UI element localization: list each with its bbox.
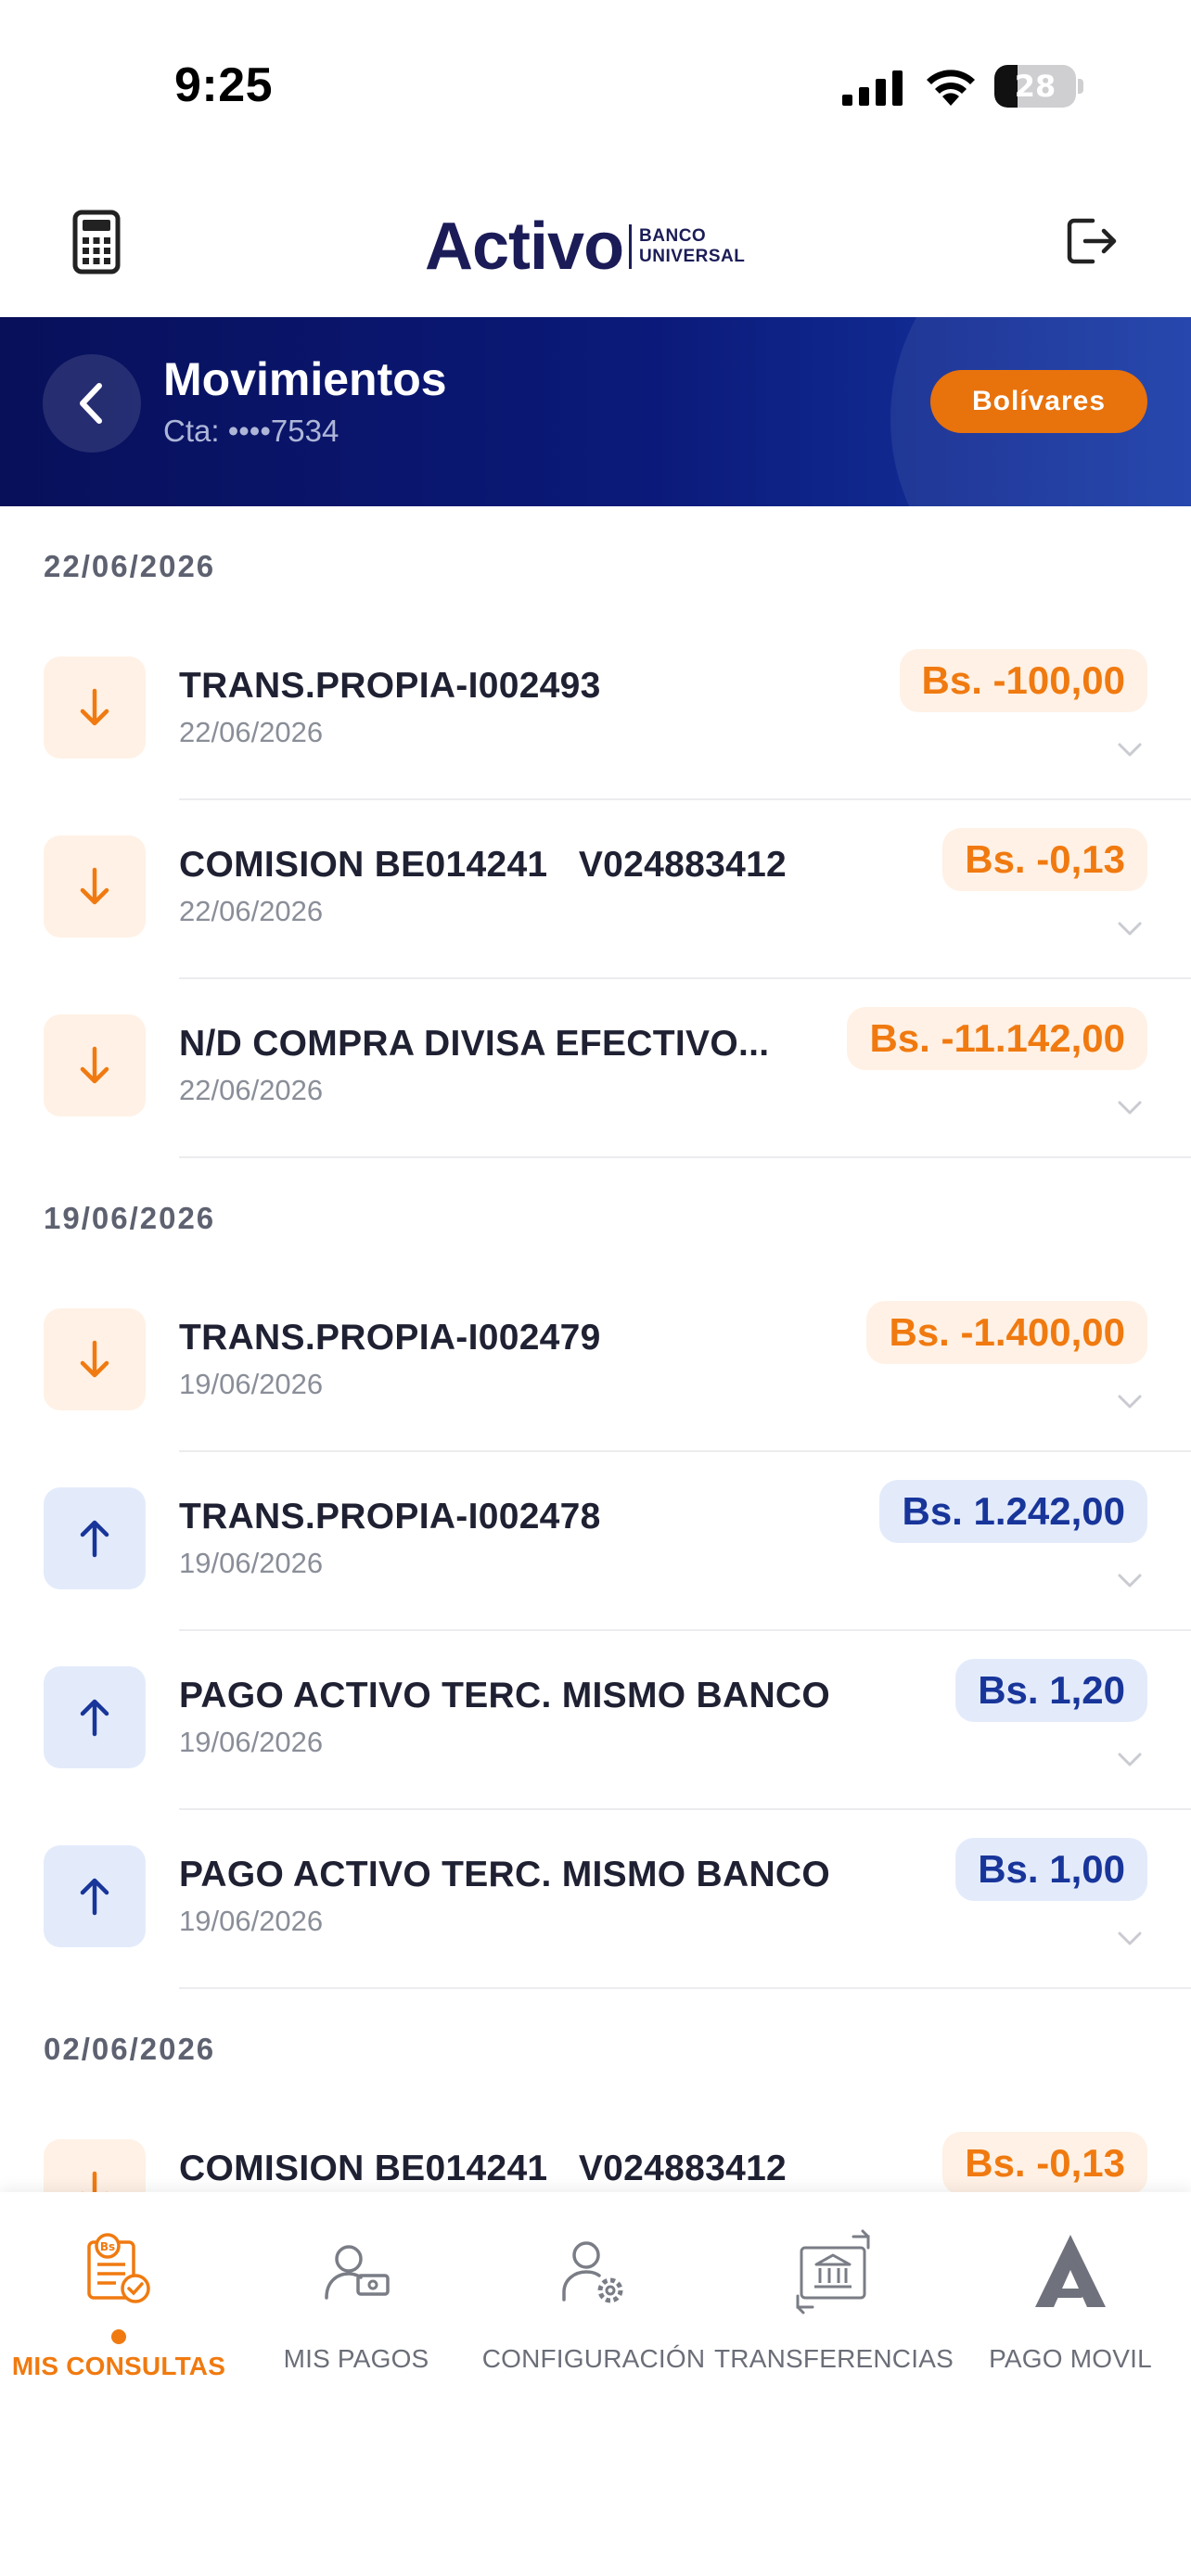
- arrow-down-icon: [44, 657, 146, 759]
- chevron-down-icon[interactable]: [1117, 1752, 1143, 1768]
- nav-label: MIS PAGOS: [283, 2344, 429, 2373]
- movement-title: COMISION BE014241 V024883412: [179, 845, 788, 885]
- movement-amount: Bs. -11.142,00: [847, 1007, 1147, 1070]
- movement-row[interactable]: PAGO ACTIVO TERC. MISMO BANCO 19/06/2026 B…: [0, 1631, 1191, 1810]
- chevron-down-icon[interactable]: [1117, 1931, 1143, 1947]
- arrow-down-icon: [44, 1014, 146, 1116]
- movements-banner: Movimientos Cta: ••••7534 Bolívares: [0, 317, 1191, 506]
- calculator-icon[interactable]: [72, 210, 121, 274]
- movement-row[interactable]: TRANS.PROPIA-I002478 19/06/2026 Bs. 1.242,…: [0, 1452, 1191, 1631]
- movement-amount: Bs. 1,20: [955, 1659, 1147, 1722]
- bottom-nav: Bs MIS CONSULTAS MIS PAGOS CONFIGURACIÓN: [0, 2192, 1191, 2576]
- movement-date: 19/06/2026: [179, 1726, 324, 1758]
- date-group-header: 02/06/2026: [44, 2032, 216, 2066]
- chevron-down-icon[interactable]: [1117, 921, 1143, 937]
- movement-row[interactable]: N/D COMPRA DIVISA EFECTIVO... 22/06/2026 B…: [0, 979, 1191, 1158]
- signal-icon: [842, 70, 903, 106]
- movement-amount: Bs. -100,00: [899, 649, 1147, 712]
- bank-transfer-icon: [796, 2229, 870, 2315]
- movement-row[interactable]: PAGO ACTIVO TERC. MISMO BANCO 19/06/2026 B…: [0, 1810, 1191, 1989]
- movement-title: TRANS.PROPIA-I002479: [179, 1318, 601, 1358]
- arrow-up-icon: [44, 1487, 146, 1589]
- logo-sub-line1: BANCO: [639, 226, 707, 246]
- pago-movil-icon: [1035, 2235, 1106, 2307]
- movements-list: 22/06/2026 TRANS.PROPIA-I002493 22/06/2026…: [0, 506, 1191, 2283]
- nav-label: TRANSFERENCIAS: [714, 2344, 954, 2373]
- movement-amount: Bs. -0,13: [942, 828, 1147, 891]
- battery-icon: 28: [994, 65, 1083, 108]
- row-divider: [179, 1156, 1191, 1158]
- status-bar: 9:25 28: [0, 0, 1191, 176]
- wifi-icon: [927, 70, 975, 106]
- nav-label: PAGO MOVIL: [989, 2344, 1152, 2373]
- logo-sub-line2: UNIVERSAL: [639, 247, 746, 266]
- consultas-icon: Bs: [87, 2233, 150, 2303]
- movement-date: 22/06/2026: [179, 895, 324, 927]
- nav-mis-pagos[interactable]: MIS PAGOS: [237, 2192, 475, 2415]
- nav-transferencias[interactable]: TRANSFERENCIAS: [714, 2192, 954, 2415]
- nav-mis-consultas[interactable]: Bs MIS CONSULTAS: [0, 2192, 237, 2415]
- arrow-down-icon: [44, 1308, 146, 1410]
- chevron-left-icon: [80, 383, 102, 424]
- movement-title: TRANS.PROPIA-I002478: [179, 1497, 601, 1537]
- account-number: Cta: ••••7534: [163, 414, 339, 448]
- nav-label: MIS CONSULTAS: [11, 2352, 226, 2380]
- movement-row[interactable]: TRANS.PROPIA-I002493 22/06/2026 Bs. -100,0…: [0, 621, 1191, 800]
- movement-title: PAGO ACTIVO TERC. MISMO BANCO: [179, 1855, 831, 1894]
- movement-amount: Bs. 1,00: [955, 1838, 1147, 1901]
- arrow-up-icon: [44, 1666, 146, 1768]
- currency-button[interactable]: Bolívares: [930, 370, 1147, 433]
- logout-icon[interactable]: [1065, 215, 1119, 267]
- arrow-up-icon: [44, 1845, 146, 1947]
- movement-date: 22/06/2026: [179, 716, 324, 748]
- movement-title: PAGO ACTIVO TERC. MISMO BANCO: [179, 1676, 831, 1715]
- bank-logo: Activo BANCO UNIVERSAL: [425, 210, 745, 284]
- app-header: Activo BANCO UNIVERSAL: [0, 176, 1191, 317]
- row-divider: [179, 1987, 1191, 1989]
- svg-text:Bs: Bs: [100, 2240, 115, 2253]
- back-button[interactable]: [43, 354, 141, 453]
- settings-user-icon: [562, 2241, 623, 2303]
- movement-title: TRANS.PROPIA-I002493: [179, 666, 601, 706]
- movement-date: 19/06/2026: [179, 1905, 324, 1937]
- movement-row[interactable]: COMISION BE014241 V024883412 22/06/2026 Bs…: [0, 800, 1191, 979]
- movement-date: 19/06/2026: [179, 1547, 324, 1579]
- chevron-down-icon[interactable]: [1117, 1573, 1143, 1589]
- active-indicator: [111, 2329, 126, 2344]
- movement-title: COMISION BE014241 V024883412: [179, 2149, 788, 2188]
- date-group-header: 19/06/2026: [44, 1201, 216, 1235]
- movement-row[interactable]: TRANS.PROPIA-I002479 19/06/2026 Bs. -1.400…: [0, 1273, 1191, 1452]
- page-title: Movimientos: [163, 353, 447, 405]
- battery-level: 28: [1014, 69, 1057, 104]
- chevron-down-icon[interactable]: [1117, 1394, 1143, 1410]
- movement-amount: Bs. -1.400,00: [866, 1301, 1147, 1364]
- movement-amount: Bs. 1.242,00: [879, 1480, 1147, 1543]
- nav-label: CONFIGURACIÓN: [481, 2344, 706, 2373]
- nav-pago-movil[interactable]: PAGO MOVIL: [952, 2192, 1189, 2415]
- movement-date: 22/06/2026: [179, 1074, 324, 1106]
- date-group-header: 22/06/2026: [44, 549, 216, 583]
- movement-title: N/D COMPRA DIVISA EFECTIVO...: [179, 1024, 770, 1064]
- chevron-down-icon[interactable]: [1117, 742, 1143, 759]
- pagos-icon: [325, 2245, 390, 2300]
- movement-amount: Bs. -0,13: [942, 2132, 1147, 2195]
- arrow-down-icon: [44, 835, 146, 937]
- chevron-down-icon[interactable]: [1117, 1100, 1143, 1116]
- nav-configuracion[interactable]: CONFIGURACIÓN: [475, 2192, 712, 2415]
- logo-wordmark: Activo: [425, 210, 624, 284]
- status-time: 9:25: [174, 58, 274, 112]
- movement-date: 19/06/2026: [179, 1368, 324, 1400]
